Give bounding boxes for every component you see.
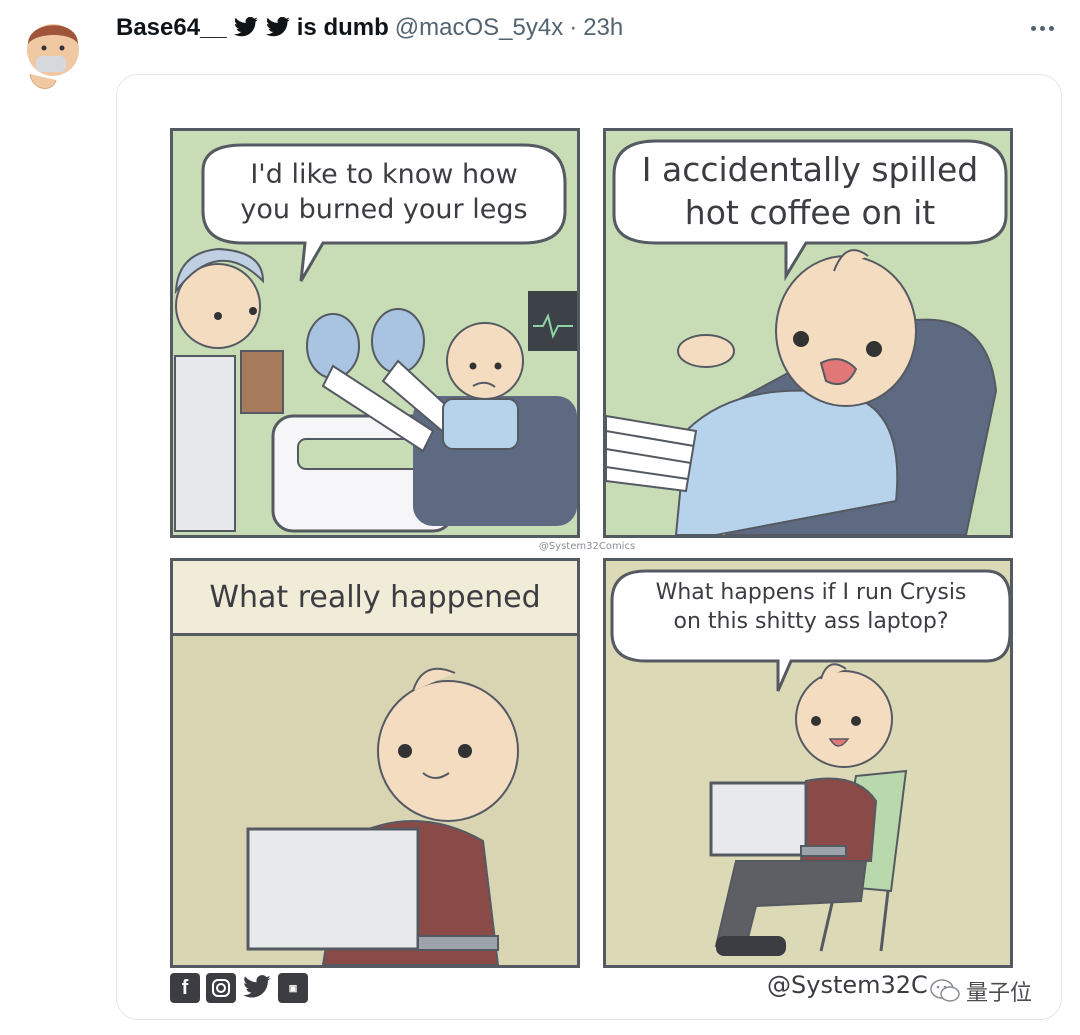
- comic-panel-1: I'd like to know how you burned your leg…: [170, 128, 580, 538]
- twitter-icon: [242, 973, 272, 1003]
- wechat-icon: [930, 979, 960, 1002]
- facebook-icon: f: [170, 973, 200, 1003]
- tweet-media[interactable]: I'd like to know how you burned your leg…: [116, 74, 1062, 1020]
- bubble-line: you burned your legs: [240, 194, 528, 226]
- twitter-bird-icon: [233, 17, 258, 37]
- user-handle[interactable]: @macOS_5y4x: [395, 14, 563, 42]
- bubble-line: hot coffee on it: [684, 192, 936, 232]
- comic-panel-3: What really happened: [170, 558, 580, 968]
- panel-3-caption: What really happened: [173, 561, 577, 636]
- comic-credit-small: @System32Comics: [538, 541, 636, 552]
- watermark-text: 量子位: [966, 981, 1033, 1006]
- avatar[interactable]: [22, 10, 84, 94]
- display-name-suffix[interactable]: is dumb: [297, 14, 389, 42]
- separator: ·: [569, 14, 578, 41]
- instagram-icon: [206, 973, 236, 1003]
- more-options-button[interactable]: [1022, 14, 1062, 42]
- tweet-header: Base64__ is dumb @macOS_5y4x · 23h: [116, 12, 623, 44]
- webtoon-icon: ▣: [278, 973, 308, 1003]
- bubble-line: I'd like to know how: [250, 159, 518, 190]
- display-name[interactable]: Base64__: [116, 14, 227, 42]
- watermark: 量子位: [930, 975, 1032, 1007]
- bubble-line: on this shitty ass laptop?: [673, 608, 949, 634]
- comic-panel-2: I accidentally spilled hot coffee on it: [603, 128, 1013, 538]
- comic-credit-big: @System32C: [767, 971, 928, 999]
- more-dot-icon: [1039, 25, 1045, 31]
- comic-social-icons: f ▣: [170, 973, 308, 1005]
- bubble-line: I accidentally spilled: [641, 150, 979, 189]
- comic-panel-4: What happens if I run Crysis on this shi…: [603, 558, 1013, 968]
- more-dot-icon: [1048, 25, 1054, 31]
- more-dot-icon: [1030, 25, 1036, 31]
- twitter-bird-icon: [265, 17, 290, 37]
- bubble-line: What happens if I run Crysis: [655, 580, 967, 605]
- timestamp[interactable]: 23h: [583, 14, 623, 42]
